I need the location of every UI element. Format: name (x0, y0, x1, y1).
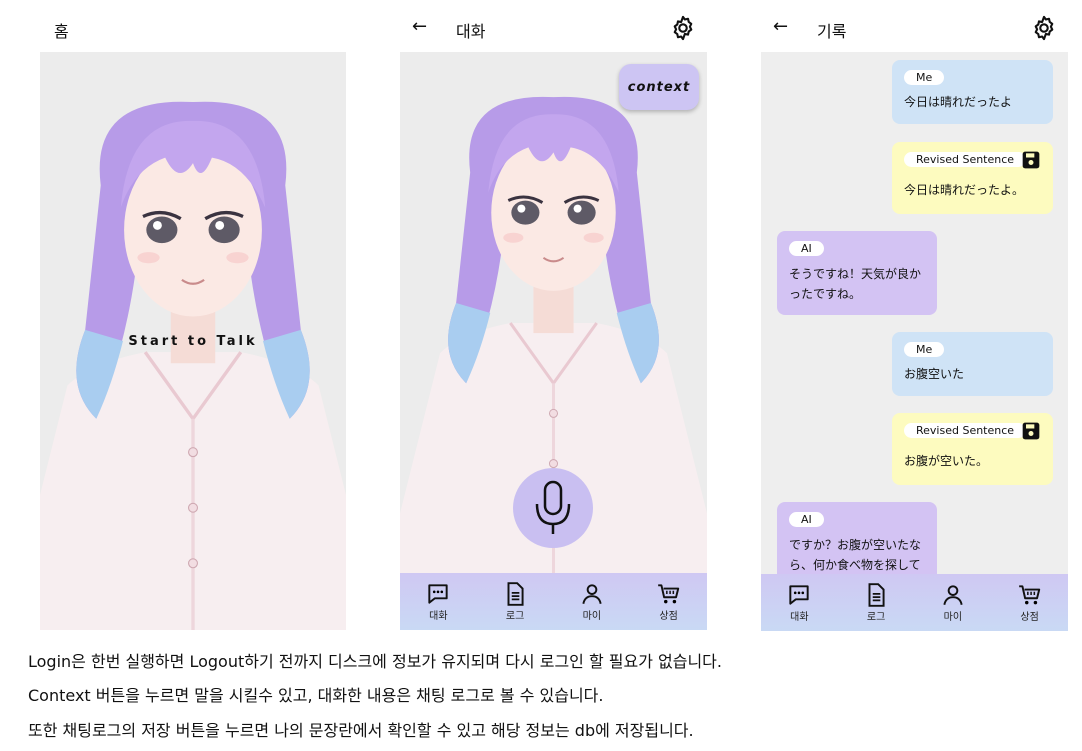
message-text: お腹空いた (904, 367, 965, 381)
bottom-nav: 대화 로그 마이 상점 (400, 573, 707, 630)
log-title: 기록 (817, 22, 847, 41)
save-icon[interactable] (1021, 150, 1041, 170)
gear-icon[interactable] (1030, 14, 1058, 42)
chat-log-item: Me お腹空いた (892, 332, 1053, 396)
person-icon (940, 582, 966, 608)
message-text: 今日は晴れだったよ (904, 95, 1013, 109)
message-text: お腹が空いた。 (904, 454, 989, 468)
back-arrow-icon[interactable]: ← (412, 16, 427, 37)
person-icon (579, 581, 605, 607)
chat-log-item: AI そうですね！天気が良かったですね。 (777, 231, 937, 315)
chat-title: 대화 (456, 22, 486, 41)
home-screen: 홈 Start to Talk (40, 0, 346, 630)
chat-log-list[interactable]: Me 今日は晴れだったよ Revised Sentence 今日は晴れだったよ。… (761, 52, 1068, 574)
chat-log-item: Me 今日は晴れだったよ (892, 60, 1053, 124)
chat-bubble-icon (786, 582, 812, 608)
cart-icon (1017, 582, 1043, 608)
save-icon[interactable] (1021, 421, 1041, 441)
role-chip: Me (904, 342, 945, 357)
role-chip: AI (789, 512, 824, 527)
role-chip: AI (789, 241, 824, 256)
gear-icon[interactable] (669, 14, 697, 42)
caption-login: Login은 한번 실행하면 Logout하기 전까지 디스크에 정보가 유지되… (28, 652, 722, 671)
log-screen: ← 기록 Me 今日は晴れだったよ Revised Sentence 今日は晴れ… (761, 0, 1068, 631)
role-chip: Revised Sentence (904, 152, 1027, 167)
nav-my[interactable]: 마이 (940, 582, 966, 623)
bottom-nav: 대화 로그 마이 상점 (761, 574, 1068, 631)
chat-bubble-icon (425, 581, 451, 607)
nav-log[interactable]: 로그 (863, 582, 889, 623)
microphone-button[interactable] (513, 468, 593, 548)
home-character-canvas[interactable]: Start to Talk (40, 52, 346, 630)
cart-icon (656, 581, 682, 607)
nav-log[interactable]: 로그 (502, 581, 528, 622)
microphone-icon (535, 480, 571, 534)
chat-log-item: Revised Sentence お腹が空いた。 (892, 413, 1053, 485)
nav-shop[interactable]: 상점 (656, 581, 682, 622)
message-text: 今日は晴れだったよ。 (904, 183, 1025, 197)
chat-top-bar: ← 대화 (400, 0, 707, 52)
chat-character-canvas: context (400, 52, 707, 574)
log-top-bar: ← 기록 (761, 0, 1068, 52)
context-button[interactable]: context (619, 64, 699, 110)
nav-my[interactable]: 마이 (579, 581, 605, 622)
role-chip: Me (904, 70, 945, 85)
caption-save: 또한 채팅로그의 저장 버튼을 누르면 나의 문장란에서 확인할 수 있고 해당… (28, 721, 694, 740)
nav-shop[interactable]: 상점 (1017, 582, 1043, 623)
caption-context: Context 버튼을 누르면 말을 시킬수 있고, 대화한 내용은 채팅 로그… (28, 686, 604, 705)
message-text: ですか？お腹が空いたなら、何か食べ物を探して (789, 538, 922, 572)
chat-log-item: AI ですか？お腹が空いたなら、何か食べ物を探して (777, 502, 937, 574)
document-icon (502, 581, 528, 607)
chat-log-item: Revised Sentence 今日は晴れだったよ。 (892, 142, 1053, 214)
nav-chat[interactable]: 대화 (425, 581, 451, 622)
role-chip: Revised Sentence (904, 423, 1027, 438)
back-arrow-icon[interactable]: ← (773, 16, 788, 37)
document-icon (863, 582, 889, 608)
message-text: そうですね！天気が良かったですね。 (789, 267, 922, 301)
start-to-talk-label[interactable]: Start to Talk (40, 334, 346, 349)
home-title: 홈 (54, 22, 69, 41)
nav-chat[interactable]: 대화 (786, 582, 812, 623)
chat-screen: ← 대화 context 대화 로그 마이 상점 (400, 0, 707, 630)
home-top-bar: 홈 (40, 0, 346, 52)
